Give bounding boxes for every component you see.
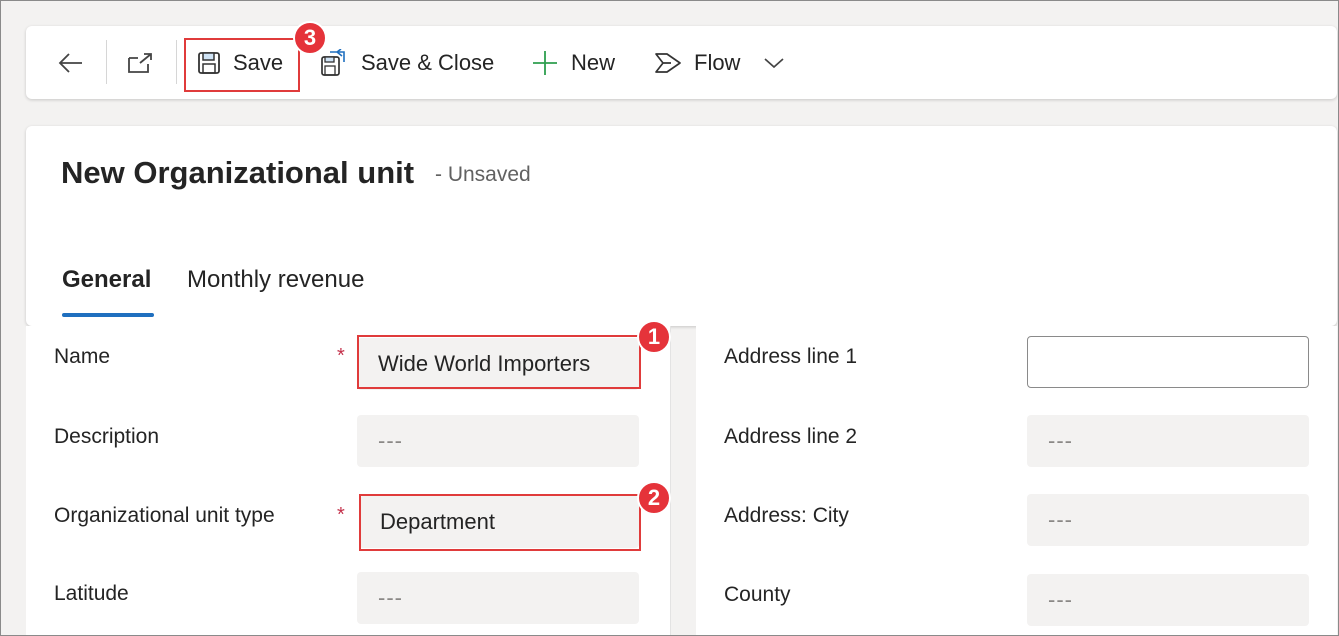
org-unit-type-label: Organizational unit type [54,504,275,527]
command-bar: Save 3 Save & Close New Flow [26,21,1337,99]
required-indicator: * [337,504,345,526]
plus-icon [531,49,559,77]
callout-badge-2: 2 [637,481,671,515]
address-line-2-label: Address line 2 [724,425,858,448]
save-and-close-button[interactable]: Save & Close [319,44,494,82]
save-highlight-box [184,38,300,92]
open-new-window-button[interactable] [126,44,154,82]
toolbar-divider [106,40,107,84]
address-line-1-label: Address line 1 [724,345,858,368]
county-field[interactable]: --- [1027,574,1309,626]
tab-general[interactable]: General [62,266,151,294]
chevron-down-icon [763,56,785,70]
county-label: County [724,583,791,606]
latitude-field[interactable]: --- [357,572,639,624]
flow-label: Flow [694,50,741,75]
address-line-1-input[interactable] [1027,336,1309,388]
callout-badge-1: 1 [637,320,671,354]
flow-button[interactable]: Flow [654,44,740,82]
open-in-new-window-icon [126,52,154,74]
page-title: New Organizational unit [61,155,415,190]
save-status: - Unsaved [435,163,531,186]
form-header: New Organizational unit - Unsaved Genera… [26,126,1337,326]
new-label: New [571,50,616,75]
general-section-right: Address line 1 Address line 2 --- Addres… [696,326,1337,636]
city-field[interactable]: --- [1027,494,1309,546]
description-field[interactable]: --- [357,415,639,467]
org-unit-type-highlight-box [359,494,641,551]
required-indicator: * [337,345,345,367]
tab-monthly-revenue[interactable]: Monthly revenue [187,266,364,294]
flow-dropdown-button[interactable] [763,44,785,82]
name-highlight-box [357,335,641,389]
latitude-label: Latitude [54,582,129,605]
description-label: Description [54,425,160,448]
save-and-close-icon [319,49,347,77]
address-line-2-field[interactable]: --- [1027,415,1309,467]
callout-badge-3: 3 [293,21,327,55]
save-and-close-label: Save & Close [361,50,495,75]
back-button[interactable] [58,44,84,82]
arrow-left-icon [58,52,84,74]
city-label: Address: City [724,504,849,527]
general-section-left: Name * Wide World Importers 1 Descriptio… [26,320,671,636]
flow-icon [654,51,682,75]
active-tab-indicator [62,313,154,317]
toolbar-divider [176,40,177,84]
new-button[interactable]: New [531,44,615,82]
name-label: Name [54,345,111,368]
